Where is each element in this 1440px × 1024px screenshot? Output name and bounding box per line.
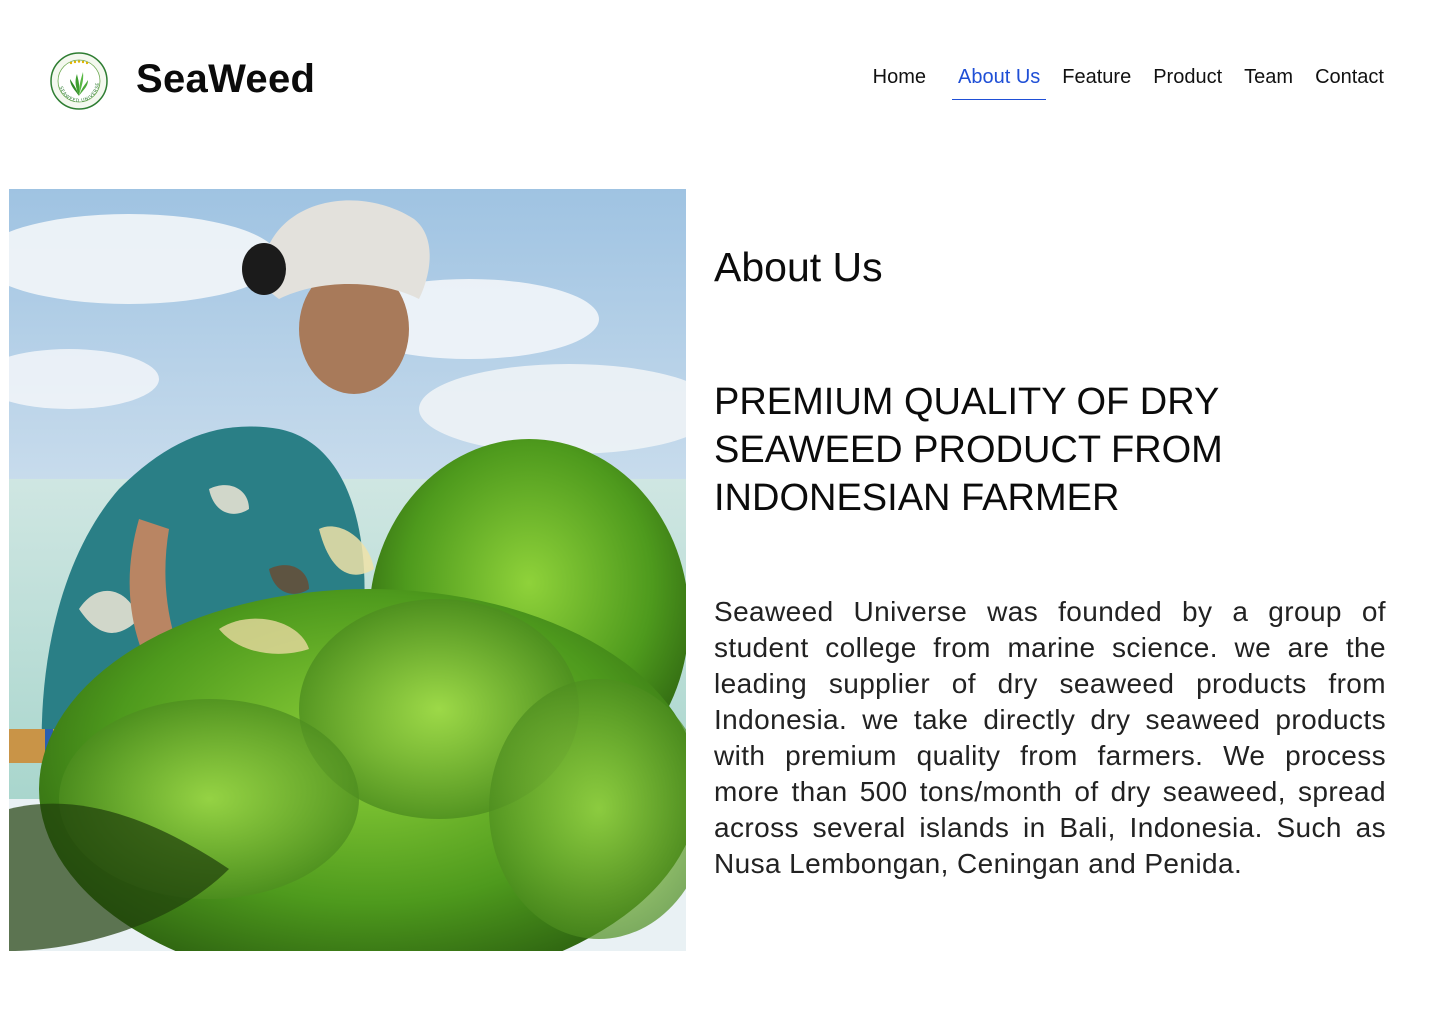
main-nav: Home About Us Feature Product Team Conta… <box>857 66 1390 100</box>
nav-about-us[interactable]: About Us <box>952 66 1047 100</box>
nav-product[interactable]: Product <box>1147 66 1228 100</box>
about-us-title: About Us <box>714 244 883 290</box>
nav-contact[interactable]: Contact <box>1309 66 1390 100</box>
headline-line-2: SEAWEED PRODUCT FROM <box>714 429 1223 471</box>
headline-line-3: INDONESIAN FARMER <box>714 477 1120 519</box>
about-headline: PREMIUM QUALITY OF DRY SEAWEED PRODUCT F… <box>714 378 1354 522</box>
seaweed-universe-logo[interactable]: SEAWEED UNIVERSE <box>50 52 108 110</box>
nav-home[interactable]: Home <box>867 66 932 100</box>
site-header: SEAWEED UNIVERSE SeaWeed Home About Us F… <box>0 0 1440 160</box>
brand-name[interactable]: SeaWeed <box>136 57 315 102</box>
seaweed-farmer-photo <box>9 189 686 951</box>
nav-team[interactable]: Team <box>1238 66 1299 100</box>
nav-feature[interactable]: Feature <box>1056 66 1137 100</box>
about-description: Seaweed Universe was founded by a group … <box>714 596 1386 879</box>
headline-line-1: PREMIUM QUALITY OF DRY <box>714 381 1220 423</box>
